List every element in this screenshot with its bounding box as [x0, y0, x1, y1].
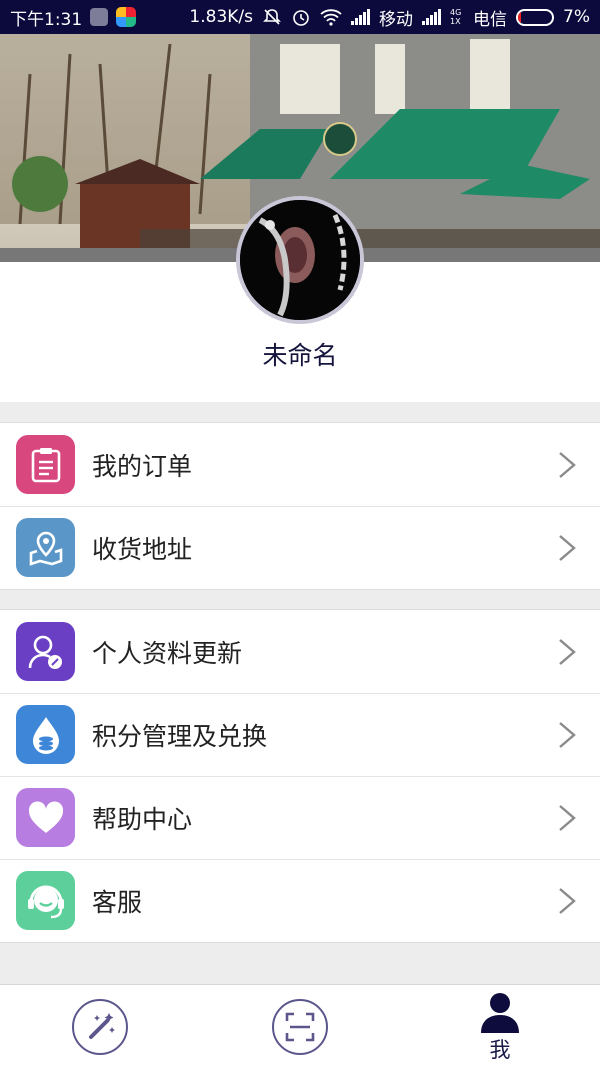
tab-me[interactable]: 我	[400, 985, 600, 1067]
battery-icon	[516, 8, 555, 26]
avatar-photo	[240, 200, 360, 320]
app-notification-icon	[90, 8, 109, 26]
magic-wand-icon	[72, 998, 128, 1055]
heart-icon	[16, 788, 75, 847]
carrier-1: 移动	[379, 9, 414, 30]
points-drop-icon	[16, 705, 75, 764]
menu-label: 客服	[92, 887, 143, 917]
signal-icon	[351, 9, 371, 25]
chevron-right-icon	[559, 888, 576, 914]
tab-scan[interactable]	[200, 985, 400, 1067]
menu-label: 积分管理及兑换	[92, 721, 268, 751]
profile-name[interactable]: 未命名	[0, 336, 600, 372]
menu-label: 我的订单	[92, 451, 193, 481]
chevron-right-icon	[559, 805, 576, 831]
menu-group-account: 个人资料更新 积分管理及兑换 帮助中心 客服	[0, 609, 600, 943]
network-speed: 1.83K/s	[189, 7, 254, 27]
network-type-tag: 4G 1X	[450, 8, 462, 26]
menu-item-shipping-address[interactable]: 收货地址	[0, 506, 600, 589]
alarm-icon	[293, 10, 309, 26]
mute-icon	[263, 9, 281, 25]
chevron-right-icon	[559, 452, 576, 478]
menu-label: 个人资料更新	[92, 638, 243, 668]
menu-label: 帮助中心	[92, 804, 193, 834]
carrier-2: 电信	[473, 9, 508, 30]
menu-item-customer-service[interactable]: 客服	[0, 859, 600, 942]
scan-icon	[272, 998, 328, 1055]
order-list-icon	[16, 435, 75, 494]
menu-item-help-center[interactable]: 帮助中心	[0, 776, 600, 859]
menu-item-profile-update[interactable]: 个人资料更新	[0, 610, 600, 693]
person-icon	[481, 992, 519, 1033]
chevron-right-icon	[559, 722, 576, 748]
bottom-tab-bar: 我	[0, 984, 600, 1067]
tab-label: 我	[489, 1037, 511, 1062]
map-pin-icon	[16, 518, 75, 577]
chevron-right-icon	[559, 535, 576, 561]
chevron-right-icon	[559, 639, 576, 665]
status-time: 下午1:31	[10, 9, 83, 30]
user-edit-icon	[16, 622, 75, 681]
menu-item-points-exchange[interactable]: 积分管理及兑换	[0, 693, 600, 776]
headset-icon	[16, 871, 75, 930]
menu-label: 收货地址	[92, 534, 193, 564]
wifi-icon	[320, 9, 342, 26]
menu-item-my-orders[interactable]: 我的订单	[0, 423, 600, 506]
signal-icon	[422, 9, 442, 25]
app-notification-icon	[116, 7, 137, 27]
status-bar: 下午1:31 1.83K/s 移动 4G 1X 电信 7%	[0, 0, 600, 34]
battery-percent: 7%	[563, 7, 590, 27]
menu-group-orders: 我的订单 收货地址	[0, 422, 600, 590]
tab-discover[interactable]	[0, 985, 200, 1067]
avatar[interactable]	[236, 196, 364, 324]
